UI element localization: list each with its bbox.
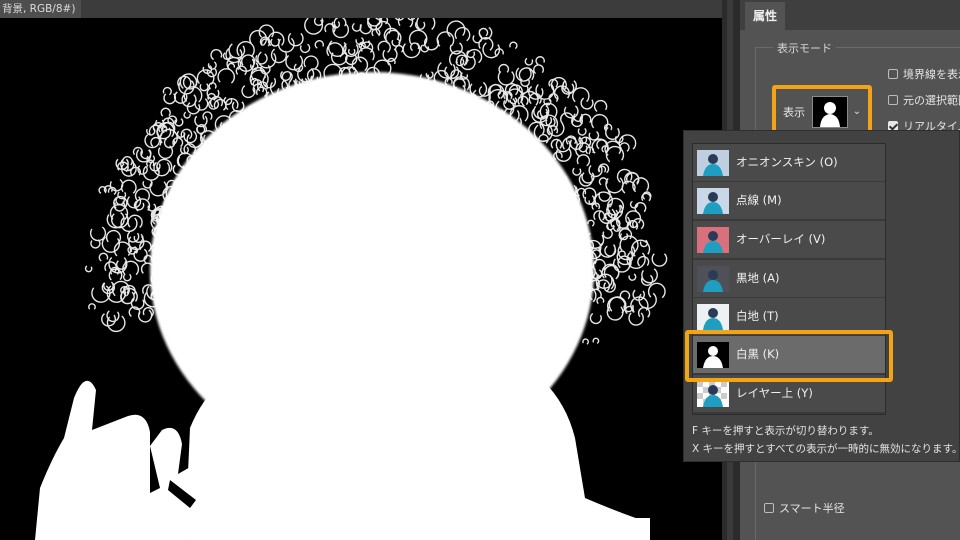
view-mode-label: オニオンスキン (O) <box>736 155 838 169</box>
checkbox-label: スマート半径 <box>779 502 845 515</box>
checkbox-original-selection[interactable]: 元の選択範囲 <box>888 92 960 108</box>
view-mode-thumbnail <box>697 188 729 214</box>
view-mode-thumbnail <box>697 304 729 330</box>
view-mode-thumbnail <box>697 227 729 253</box>
view-mode-item[interactable]: オニオンスキン (O) <box>693 144 885 182</box>
view-mode-label: オーバーレイ (V) <box>736 232 826 246</box>
view-mode-item[interactable]: 黒地 (A) <box>693 260 885 298</box>
document-tab-bar: 背景, RGB/8#) <box>0 0 724 18</box>
checkbox-label: 境界線を表示 <box>903 68 960 81</box>
checkbox-box[interactable] <box>888 69 898 79</box>
document-tab-title[interactable]: 背景, RGB/8#) <box>0 0 82 18</box>
tab-properties[interactable]: 属性 <box>745 2 785 30</box>
view-mode-item[interactable]: オーバーレイ (V) <box>693 221 885 259</box>
view-mode-item[interactable]: 点線 (M) <box>693 182 885 220</box>
view-mode-section-title: 表示モード <box>773 40 836 56</box>
checkbox-label: 元の選択範囲 <box>903 94 960 107</box>
view-mode-thumbnail <box>697 150 729 176</box>
checkbox-box[interactable] <box>888 95 898 105</box>
checkbox-show-edge[interactable]: 境界線を表示 <box>888 66 960 82</box>
checkbox-smart-radius[interactable]: スマート半径 <box>764 500 845 516</box>
canvas-mask-preview[interactable] <box>0 18 722 540</box>
hint-f-key: F キーを押すと表示が切り替わります。 <box>692 425 879 437</box>
view-mode-label: 点線 (M) <box>736 193 782 207</box>
view-mode-thumbnail <box>697 266 729 292</box>
mask-image <box>35 18 668 540</box>
checkbox-box[interactable] <box>764 503 774 513</box>
view-mode-thumbnail <box>697 381 729 407</box>
hint-x-key: X キーを押すとすべての表示が一時的に無効になります。 <box>692 443 960 455</box>
view-mode-label: 黒地 (A) <box>736 271 780 285</box>
selected-mode-highlight <box>685 330 893 382</box>
